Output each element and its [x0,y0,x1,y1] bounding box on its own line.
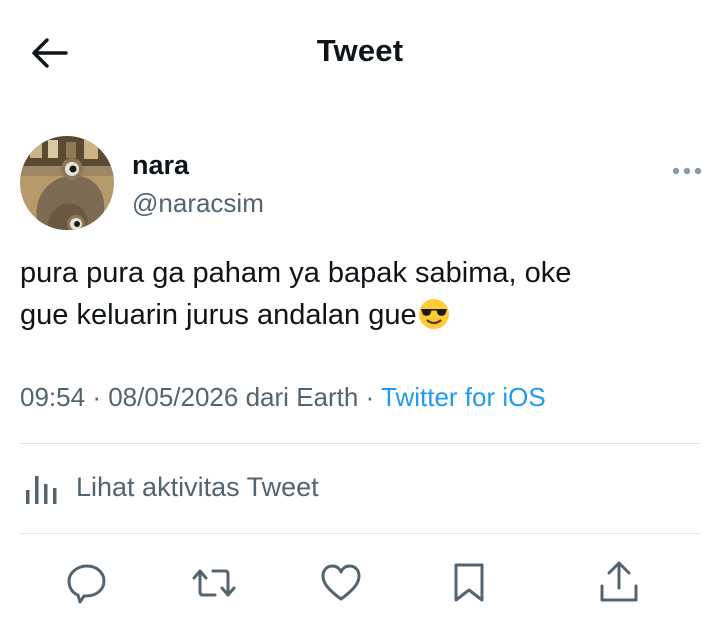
share-icon [600,561,638,602]
like-button[interactable] [316,558,366,608]
tweet-author: nara @naracsim [20,136,702,232]
divider [20,533,700,534]
page-title: Tweet [316,33,404,68]
meta-separator: · [92,382,101,412]
sunglasses-emoji-icon [418,298,450,330]
like-icon [321,564,361,601]
divider [20,443,700,444]
top-bar: Tweet [0,0,720,105]
more-options-button[interactable] [672,164,702,176]
bookmark-button[interactable] [444,558,494,608]
bookmark-icon [454,563,484,602]
author-handle[interactable]: @naracsim [132,188,264,219]
retweet-icon [192,569,236,597]
author-name[interactable]: nara [132,150,189,181]
retweet-button[interactable] [189,558,239,608]
meta-separator-2: · [365,382,375,412]
reply-icon [67,564,106,604]
location-prefix: dari [245,382,289,412]
activity-label: Lihat aktivitas Tweet [76,472,319,502]
tweet-time: 09:54 [20,382,86,412]
share-button[interactable] [594,558,644,608]
tweet-text: pura pura ga paham ya bapak sabima, oke … [20,252,700,336]
more-icon [672,167,702,175]
tweet-action-bar [0,558,720,608]
tweet-location: Earth [296,382,359,412]
view-tweet-activity-link[interactable]: Lihat aktivitas Tweet [20,468,420,512]
analytics-bars-icon [26,476,57,504]
tweet-source-link[interactable]: Twitter for iOS [381,382,546,412]
avatar-image [20,136,114,230]
reply-button[interactable] [62,558,112,608]
tweet-text-line-2-text: gue keluarin jurus andalan gue [20,299,417,331]
tweet-meta: 09:54 · 08/05/2026 dari Earth · Twitter … [20,382,546,413]
tweet-text-line-1: pura pura ga paham ya bapak sabima, oke [20,257,572,289]
tweet-text-line-2: gue keluarin jurus andalan gue [20,294,700,336]
tweet-date: 08/05/2026 [108,382,239,412]
avatar[interactable] [20,136,114,230]
